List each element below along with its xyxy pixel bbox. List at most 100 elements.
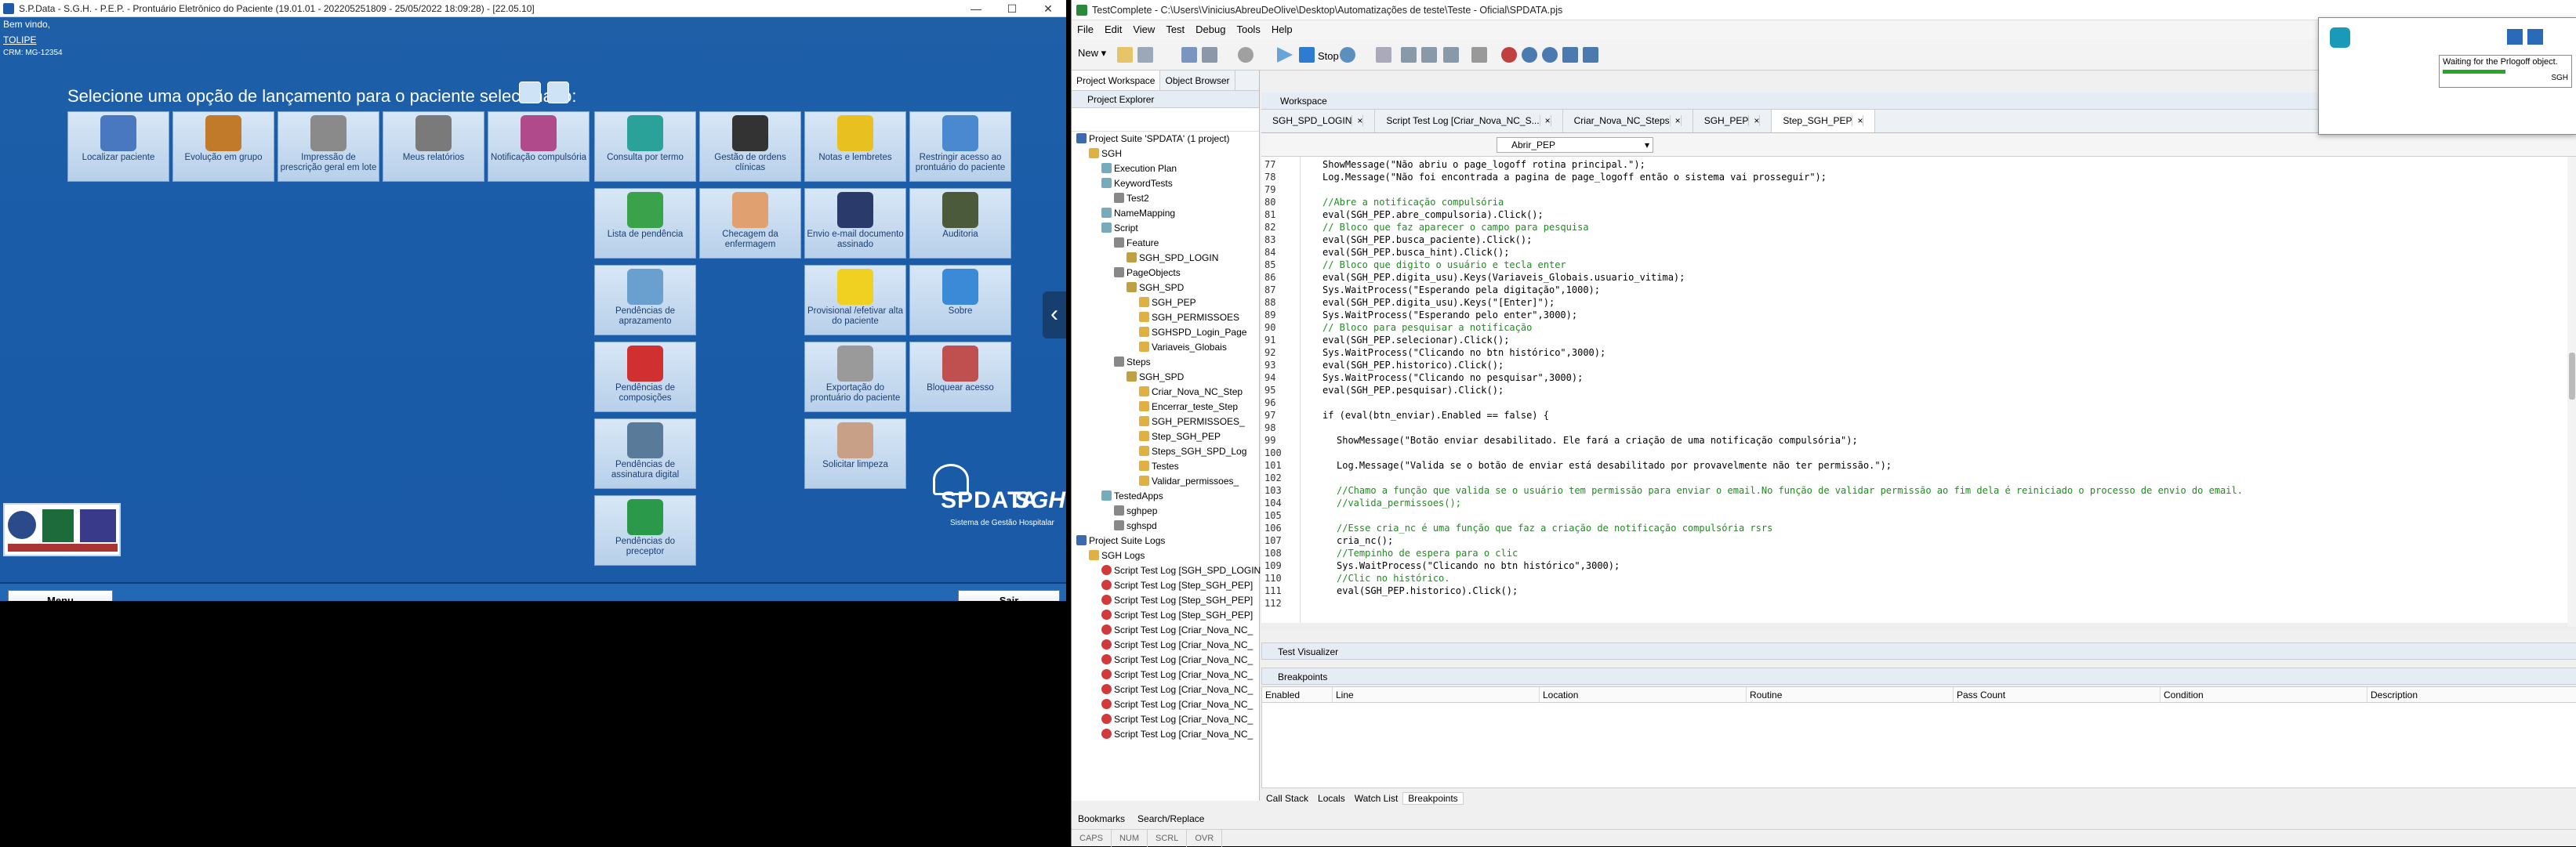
column-header[interactable]: Pass Count <box>1954 687 2161 703</box>
tree-item[interactable]: SGH_SPD <box>1072 370 1259 385</box>
tree-item[interactable]: Script Test Log [Criar_Nova_NC_ <box>1072 712 1259 727</box>
tree-item[interactable]: Execution Plan <box>1072 161 1259 176</box>
menu-tools[interactable]: Tools <box>1231 20 1265 39</box>
collapse-chevron-icon[interactable]: ‹ <box>1043 291 1066 338</box>
tree-item[interactable]: SGH Logs <box>1072 548 1259 563</box>
tree-item[interactable]: Script Test Log [Step_SGH_PEP] <box>1072 578 1259 593</box>
tile-19[interactable]: Bloquear acesso <box>909 342 1011 412</box>
tree-item[interactable]: Script Test Log [Criar_Nova_NC_ <box>1072 668 1259 682</box>
column-header[interactable]: Description <box>2367 687 2576 703</box>
tree-item[interactable]: sghpep <box>1072 504 1259 519</box>
menu-edit[interactable]: Edit <box>1099 20 1127 39</box>
tile-12[interactable]: Envio e-mail documento assinado <box>804 188 906 259</box>
tree-item[interactable]: Script Test Log [Criar_Nova_NC_ <box>1072 682 1259 697</box>
menu-help[interactable]: Help <box>1266 20 1298 39</box>
checkpoint-icon[interactable] <box>1202 47 1217 63</box>
tree-item[interactable]: SGHSPD_Login_Page <box>1072 325 1259 340</box>
close-icon[interactable]: × <box>1852 115 1864 126</box>
spy3-icon[interactable] <box>1562 47 1578 63</box>
test-visualizer-header[interactable]: Test Visualizer <box>1261 642 2576 660</box>
tree-item[interactable]: SGH_SPD_LOGIN <box>1072 251 1259 266</box>
tree-item[interactable]: NameMapping <box>1072 206 1259 221</box>
tile-3[interactable]: Impressão de prescrição geral em lote <box>278 111 379 182</box>
outdent-icon[interactable] <box>1421 47 1437 63</box>
tile-1[interactable]: Localizar paciente <box>67 111 169 182</box>
align-icon[interactable] <box>1443 47 1459 63</box>
tree-item[interactable]: KeywordTests <box>1072 176 1259 191</box>
patient-card-icon[interactable] <box>519 81 541 103</box>
maximize-icon[interactable]: ☐ <box>994 0 1030 17</box>
debug-tab[interactable]: Call Stack <box>1261 793 1313 804</box>
stop-icon[interactable] <box>1299 47 1315 63</box>
tree-item[interactable]: Project Suite 'SPDATA' (1 project) <box>1072 132 1259 147</box>
tree-item[interactable]: SGH_SPD <box>1072 281 1259 295</box>
pause-icon[interactable] <box>2507 29 2523 45</box>
menu-test[interactable]: Test <box>1160 20 1190 39</box>
tree-item[interactable]: Script Test Log [SGH_SPD_LOGIN <box>1072 563 1261 578</box>
tile-15[interactable]: Provisional /efetivar alta do paciente <box>804 265 906 335</box>
tile-5[interactable]: Notificação compulsória <box>488 111 590 182</box>
debug-tab[interactable]: Breakpoints <box>1402 792 1464 805</box>
tile-14[interactable]: Pendências de aprazamento <box>594 265 696 335</box>
tile-4[interactable]: Meus relatórios <box>383 111 484 182</box>
stop-icon[interactable] <box>2527 29 2543 45</box>
new-button[interactable]: New ▾ <box>1078 47 1106 60</box>
horizontal-scrollbar[interactable] <box>1261 623 2576 629</box>
column-header[interactable]: Line <box>1333 687 1540 703</box>
grid-icon[interactable] <box>1471 47 1487 63</box>
spy2-icon[interactable] <box>1542 47 1558 63</box>
spy4-icon[interactable] <box>1583 47 1598 63</box>
tree-item[interactable]: PageObjects <box>1072 266 1259 281</box>
editor-tab[interactable]: SGH_PEP × <box>1693 110 1772 132</box>
tile-17[interactable]: Pendências de composições <box>594 342 696 412</box>
tree-item[interactable]: Project Suite Logs <box>1072 534 1259 548</box>
editor-tab[interactable]: Step_SGH_PEP × <box>1772 110 1876 132</box>
tree-item[interactable]: Script Test Log [Step_SGH_PEP] <box>1072 608 1259 623</box>
user-link[interactable]: TOLIPE <box>3 34 36 45</box>
tree-item[interactable]: Feature <box>1072 236 1259 251</box>
bug-icon[interactable] <box>1501 47 1517 63</box>
tile-7[interactable]: Gestão de ordens clínicas <box>699 111 801 182</box>
save-icon[interactable] <box>1137 47 1153 63</box>
editor-tab[interactable]: Script Test Log [Criar_Nova_NC_S... × <box>1375 110 1563 132</box>
tile-6[interactable]: Consulta por termo <box>594 111 696 182</box>
exit-button[interactable]: Sair <box>958 590 1060 601</box>
tree-item[interactable]: Script Test Log [Step_SGH_PEP] <box>1072 593 1259 608</box>
tree-item[interactable]: Script <box>1072 221 1259 236</box>
open-icon[interactable] <box>1117 47 1133 63</box>
tile-9[interactable]: Restringir acesso ao prontuário do pacie… <box>909 111 1011 182</box>
tile-18[interactable]: Exportação do prontuário do paciente <box>804 342 906 412</box>
tree-item[interactable]: SGH_PEP <box>1072 295 1259 310</box>
column-header[interactable]: Location <box>1540 687 1747 703</box>
tree-item[interactable]: Script Test Log [Criar_Nova_NC_ <box>1072 653 1259 668</box>
tree-item[interactable]: Criar_Nova_NC_Step <box>1072 385 1259 400</box>
tile-2[interactable]: Evolução em grupo <box>172 111 274 182</box>
tile-21[interactable]: Solicitar limpeza <box>804 418 906 489</box>
spy-icon[interactable] <box>1522 47 1537 63</box>
explorer-tab[interactable]: Object Browser <box>1160 71 1235 90</box>
editor-tab[interactable]: SGH_SPD_LOGIN × <box>1261 110 1376 132</box>
tree-item[interactable]: Encerrar_teste_Step <box>1072 400 1259 414</box>
tree-item[interactable]: Variaveis_Globais <box>1072 340 1259 355</box>
tile-11[interactable]: Checagem da enfermagem <box>699 188 801 259</box>
tree-item[interactable]: Validar_permissoes_ <box>1072 474 1259 489</box>
tree-item[interactable]: Steps <box>1072 355 1259 370</box>
tree-item[interactable]: Script Test Log [Criar_Nova_NC_ <box>1072 638 1259 653</box>
forward-icon[interactable] <box>547 81 569 103</box>
debug-icon[interactable] <box>1340 47 1355 63</box>
tree-item[interactable]: Testes <box>1072 459 1259 474</box>
menu-button[interactable]: Menu <box>8 590 113 601</box>
run-icon[interactable] <box>1277 47 1293 63</box>
column-header[interactable]: Routine <box>1747 687 1954 703</box>
function-selector[interactable]: Abrir_PEP ▾ <box>1497 137 1653 153</box>
tree-item[interactable]: sghspd <box>1072 519 1259 534</box>
code-editor[interactable]: 77 78 79 80 81 82 83 84 85 86 87 88 89 90 91 92 93 94 95 96… <box>1261 157 2576 627</box>
menu-debug[interactable]: Debug <box>1190 20 1231 39</box>
column-header[interactable]: Enabled <box>1262 687 1333 703</box>
tree-item[interactable]: Step_SGH_PEP <box>1072 429 1259 444</box>
record-icon[interactable] <box>1181 47 1197 63</box>
tree-item[interactable]: Test2 <box>1072 191 1259 206</box>
explorer-tab[interactable]: Project Workspace <box>1072 71 1161 90</box>
column-header[interactable]: Condition <box>2161 687 2367 703</box>
tile-16[interactable]: Sobre <box>909 265 1011 335</box>
